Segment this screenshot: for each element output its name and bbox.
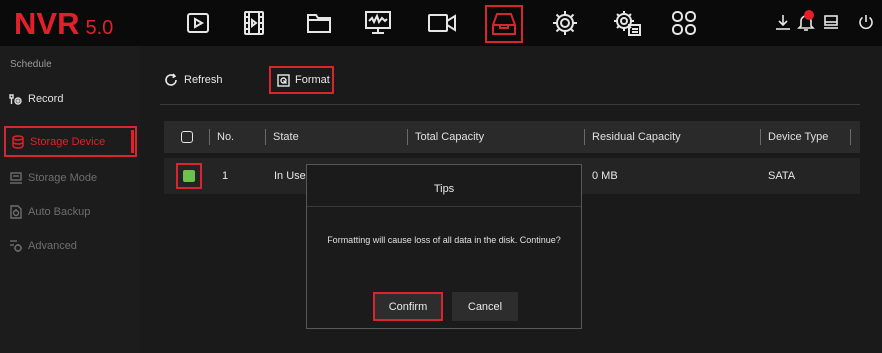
sidebar-item-label: Advanced [28,240,77,252]
refresh-button[interactable]: Refresh [164,66,223,94]
column-header-device-type: Device Type [760,121,828,153]
record-schedule-icon [9,92,23,106]
monitor-icon[interactable] [360,6,396,40]
camera-icon[interactable] [424,6,460,40]
gear-icon[interactable] [547,6,583,40]
cancel-button[interactable]: Cancel [452,292,518,321]
sidebar-item-storage-mode[interactable]: Storage Mode [4,164,137,192]
tips-dialog: Tips Formatting will cause loss of all d… [306,164,582,329]
sidebar-item-record[interactable]: Record [4,85,137,113]
sidebar-item-label: Storage Device [30,135,106,148]
column-header-total-capacity: Total Capacity [407,121,484,153]
backup-icon [9,205,23,219]
dialog-title: Tips [307,165,581,207]
storage-icon[interactable] [485,5,523,43]
select-all-checkbox[interactable] [181,131,193,143]
alarm-bell-icon[interactable] [796,10,816,32]
apps-icon[interactable] [666,6,702,40]
format-icon [277,73,290,87]
format-button[interactable]: Format [269,66,334,94]
sidebar-section-label: Schedule [10,59,52,70]
system-settings-icon[interactable] [609,6,645,40]
logo-version: 5.0 [85,17,114,39]
column-header-no: No. [209,121,234,153]
row-checkbox[interactable] [176,163,202,189]
column-header-residual-capacity: Residual Capacity [584,121,681,153]
cell-state: In Use [274,170,306,182]
sidebar-item-storage-device[interactable]: Storage Device [4,126,137,157]
storage-mode-icon [9,171,23,185]
checkbox-checked-indicator [183,170,195,182]
column-header-state: State [265,121,299,153]
power-icon[interactable] [856,12,876,32]
alarm-badge [804,10,814,20]
cell-device-type: SATA [768,170,796,182]
logo-brand: NVR [14,6,80,41]
confirm-button[interactable]: Confirm [373,292,443,321]
display-icon[interactable] [821,12,841,32]
advanced-icon [9,239,23,253]
cell-no: 1 [222,170,229,182]
nvr-logo: NVR 5.0 [14,6,114,41]
cell-residual-capacity: 0 MB [592,170,618,182]
active-indicator [131,130,134,153]
refresh-icon [165,73,177,86]
video-clip-icon[interactable] [236,6,272,40]
toolbar-divider [160,104,860,105]
download-icon[interactable] [773,12,793,32]
sidebar-item-label: Auto Backup [28,206,91,218]
sidebar: Schedule Record Storage Device Storage M… [0,46,140,353]
refresh-label: Refresh [184,74,223,86]
sidebar-item-auto-backup[interactable]: Auto Backup [4,198,137,226]
sidebar-item-label: Storage Mode [28,172,98,184]
folder-icon[interactable] [301,6,337,40]
dialog-message: Formatting will cause loss of all data i… [327,235,561,245]
sidebar-item-advanced[interactable]: Advanced [4,232,137,260]
top-bar: NVR 5.0 [0,0,882,46]
playback-icon[interactable] [180,6,216,40]
table-header: No. State Total Capacity Residual Capaci… [164,121,860,153]
format-label: Format [295,74,330,86]
database-icon [11,134,25,149]
sidebar-item-label: Record [28,93,64,105]
